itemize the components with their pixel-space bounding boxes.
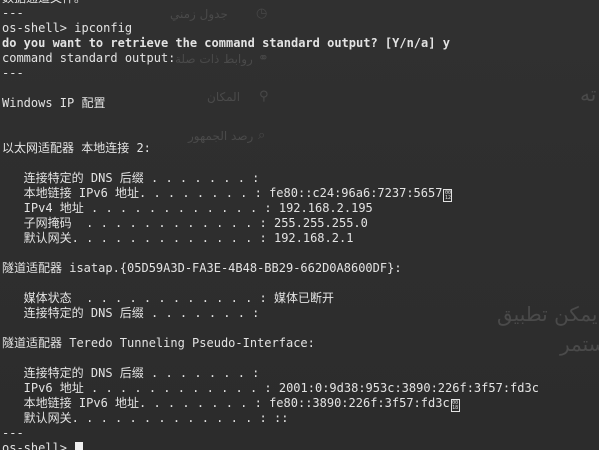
output-line: 默认网关. . . . . . . . . . . . . : 192.168.… xyxy=(2,231,539,246)
line-text: os-shell> ipconfig xyxy=(2,21,133,35)
output-line: 隧道适配器 isatap.{05D59A3D-FA3E-4B48-BB29-66… xyxy=(2,261,539,276)
output-line: command standard output: xyxy=(2,51,539,66)
line-text: 隧道适配器 Teredo Tunneling Pseudo-Interface: xyxy=(2,336,315,350)
line-text: do you want to retrieve the command stan… xyxy=(2,36,450,50)
output-line: IPv6 地址 . . . . . . . . . . . . : 2001:0… xyxy=(2,381,539,396)
output-line: 本地链接 IPv6 地址. . . . . . . . : fe80::3890… xyxy=(2,396,539,412)
output-line: 连接特定的 DNS 后缀 . . . . . . . : xyxy=(2,366,539,381)
output-line: --- xyxy=(2,426,539,441)
line-text: 连接特定的 DNS 后缀 . . . . . . . : xyxy=(2,171,260,185)
output-line: 子网掩码 . . . . . . . . . . . . : 255.255.2… xyxy=(2,216,539,231)
line-text: --- xyxy=(2,426,24,440)
line-text: 默认网关. . . . . . . . . . . . . : 192.168.… xyxy=(2,231,354,245)
line-text: --- xyxy=(2,6,24,20)
terminal-output: 数据通道文件。---os-shell> ipconfigdo you want … xyxy=(2,0,539,450)
line-text: os-shell> xyxy=(2,441,75,450)
output-line: 默认网关. . . . . . . . . . . . . : :: xyxy=(2,411,539,426)
output-line: do you want to retrieve the command stan… xyxy=(2,36,539,51)
output-line: 连接特定的 DNS 后缀 . . . . . . . : xyxy=(2,171,539,186)
output-line: Windows IP 配置 xyxy=(2,96,539,111)
line-text: 子网掩码 . . . . . . . . . . . . : 255.255.2… xyxy=(2,216,368,230)
bg-heading: ته xyxy=(580,82,597,106)
line-text: 连接特定的 DNS 后缀 . . . . . . . : xyxy=(2,306,260,320)
line-text: IPv6 地址 . . . . . . . . . . . . : 2001:0… xyxy=(2,381,539,395)
line-text: 本地链接 IPv6 地址. . . . . . . . : fe80::3890… xyxy=(2,396,450,410)
output-line: 媒体状态 . . . . . . . . . . . . : 媒体已断开 xyxy=(2,291,539,306)
prompt-line: os-shell> xyxy=(2,441,539,450)
line-text: Windows IP 配置 xyxy=(2,96,106,110)
text-cursor[interactable] xyxy=(75,442,84,450)
output-line: --- xyxy=(2,6,539,21)
line-text: 连接特定的 DNS 后缀 . . . . . . . : xyxy=(2,366,260,380)
output-line: --- xyxy=(2,66,539,81)
output-line: 本地链接 IPv6 地址. . . . . . . . : fe80::c24:… xyxy=(2,186,539,202)
output-line: 隧道适配器 Teredo Tunneling Pseudo-Interface: xyxy=(2,336,539,351)
missing-glyph-box: 00 12 xyxy=(443,189,453,202)
line-text: 数据通道文件。 xyxy=(2,0,86,5)
line-text: 隧道适配器 isatap.{05D59A3D-FA3E-4B48-BB29-66… xyxy=(2,261,402,275)
line-text: command standard output: xyxy=(2,51,176,65)
line-text: 媒体状态 . . . . . . . . . . . . : 媒体已断开 xyxy=(2,291,334,305)
line-text: 本地链接 IPv6 地址. . . . . . . . : fe80::c24:… xyxy=(2,186,443,200)
output-line: IPv4 地址 . . . . . . . . . . . . : 192.16… xyxy=(2,201,539,216)
output-line: 以太网适配器 本地连接 2: xyxy=(2,141,539,156)
terminal-window[interactable]: ◷ جدول زمني ⚭ روابط ذات صلة ⚲ المكان ⌕ ر… xyxy=(0,0,599,450)
line-text: 默认网关. . . . . . . . . . . . . : :: xyxy=(2,411,289,425)
bg-promo-line: ستمر xyxy=(560,332,599,356)
line-text: --- xyxy=(2,66,24,80)
line-text: IPv4 地址 . . . . . . . . . . . . : 192.16… xyxy=(2,201,373,215)
output-line: 连接特定的 DNS 后缀 . . . . . . . : xyxy=(2,306,539,321)
line-text: 以太网适配器 本地连接 2: xyxy=(2,141,151,155)
output-line: os-shell> ipconfig xyxy=(2,21,539,36)
missing-glyph-box: 00 18 xyxy=(450,399,460,412)
